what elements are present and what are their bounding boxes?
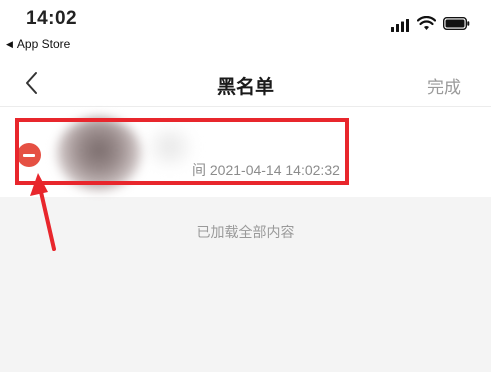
back-to-app-store-link[interactable]: ◀ App Store	[6, 37, 70, 51]
done-button[interactable]: 完成	[427, 73, 461, 98]
wifi-icon	[417, 16, 436, 30]
battery-icon	[443, 17, 470, 30]
triangle-left-icon: ◀	[6, 38, 13, 49]
highlight-annotation-box	[15, 118, 349, 185]
navigation-bar: 黑名单 完成	[0, 60, 491, 107]
back-to-app-label: App Store	[16, 37, 71, 51]
status-bar: 14:02 ◀ App Store	[0, 0, 491, 60]
page-title: 黑名单	[216, 77, 274, 98]
cellular-signal-icon	[391, 19, 409, 32]
all-content-loaded-text: 已加载全部内容	[196, 224, 295, 240]
status-time: 14:02	[26, 8, 78, 29]
